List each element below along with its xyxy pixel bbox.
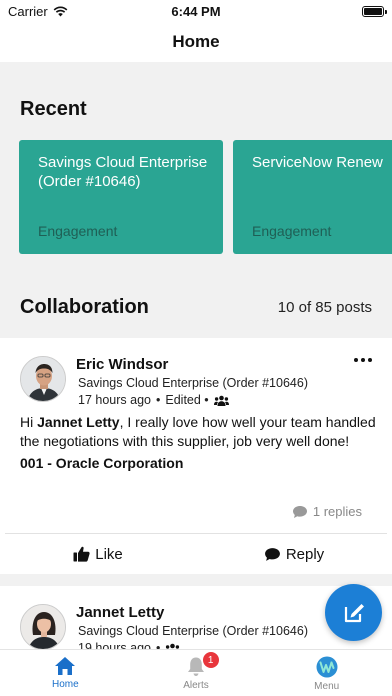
post-card: Eric Windsor Savings Cloud Enterprise (O… xyxy=(0,338,392,574)
recent-card-title-line2: (Order #10646) xyxy=(38,173,141,190)
recent-card-title-line1: ServiceNow Renew xyxy=(252,154,383,171)
tab-label: Alerts xyxy=(183,680,209,691)
comment-icon xyxy=(292,505,307,518)
post-reference[interactable]: Savings Cloud Enterprise (Order #10646) xyxy=(78,624,308,638)
reply-label: Reply xyxy=(285,545,325,563)
recent-card[interactable]: Savings Cloud Enterprise (Order #10646) … xyxy=(19,140,223,254)
post-meta: 17 hours ago • Edited • xyxy=(78,393,229,407)
alerts-badge: 1 xyxy=(202,652,219,668)
replies-link[interactable]: 1 replies xyxy=(292,504,362,519)
tab-home[interactable]: Home xyxy=(0,650,131,696)
tab-alerts[interactable]: 1 Alerts xyxy=(131,650,262,696)
post-supplier[interactable]: 001 - Oracle Corporation xyxy=(20,455,183,471)
avatar[interactable] xyxy=(20,356,66,402)
recent-card[interactable]: ServiceNow Renew Engagement xyxy=(233,140,392,254)
group-icon xyxy=(213,395,229,406)
post-author[interactable]: Jannet Letty xyxy=(76,604,164,621)
recent-section-title: Recent xyxy=(20,98,87,120)
menu-logo-icon xyxy=(316,656,338,678)
home-icon xyxy=(55,657,76,675)
tab-menu[interactable]: Menu xyxy=(261,650,392,696)
battery-icon xyxy=(362,5,387,17)
post-body-prefix: Hi xyxy=(20,414,38,430)
comment-icon xyxy=(264,547,280,561)
like-label: Like xyxy=(95,545,123,563)
like-button[interactable]: Like xyxy=(0,534,196,574)
reply-button[interactable]: Reply xyxy=(196,534,392,574)
collaboration-section-title: Collaboration xyxy=(20,296,149,318)
avatar[interactable] xyxy=(20,604,66,650)
tab-bar: Home 1 Alerts Menu xyxy=(0,649,392,696)
post-edited: Edited • xyxy=(165,393,209,407)
tab-label: Home xyxy=(51,679,79,690)
post-author[interactable]: Eric Windsor xyxy=(76,356,168,373)
meta-separator: • xyxy=(155,393,161,407)
more-options-button[interactable] xyxy=(354,358,372,362)
recent-card-subtitle: Engagement xyxy=(38,223,118,239)
avatar-man-icon xyxy=(21,357,65,401)
post-reference[interactable]: Savings Cloud Enterprise (Order #10646) xyxy=(78,376,308,390)
post-body: Hi Jannet Letty, I really love how well … xyxy=(20,413,380,451)
carrier-label: Carrier xyxy=(8,3,48,19)
status-left: Carrier xyxy=(8,4,68,19)
tab-label: Menu xyxy=(314,681,340,692)
replies-count: 1 replies xyxy=(312,504,362,519)
recent-cards-carousel[interactable]: Savings Cloud Enterprise (Order #10646) … xyxy=(19,140,392,254)
compose-button[interactable] xyxy=(325,584,382,641)
recent-card-subtitle: Engagement xyxy=(252,223,332,239)
recent-card-title-line1: Savings Cloud Enterprise xyxy=(38,154,208,171)
edit-icon xyxy=(344,603,364,622)
nav-bar: Home xyxy=(0,22,392,62)
post-actions: Like Reply xyxy=(0,534,392,574)
post-mention[interactable]: Jannet Letty xyxy=(37,414,119,430)
thumbs-up-icon xyxy=(73,546,90,562)
status-bar: Carrier 6:44 PM xyxy=(0,0,392,22)
wifi-icon xyxy=(53,6,68,16)
avatar-woman-icon xyxy=(21,605,65,649)
posts-count: 10 of 85 posts xyxy=(277,299,372,316)
post-time: 17 hours ago xyxy=(78,393,151,407)
page-title: Home xyxy=(172,32,220,51)
